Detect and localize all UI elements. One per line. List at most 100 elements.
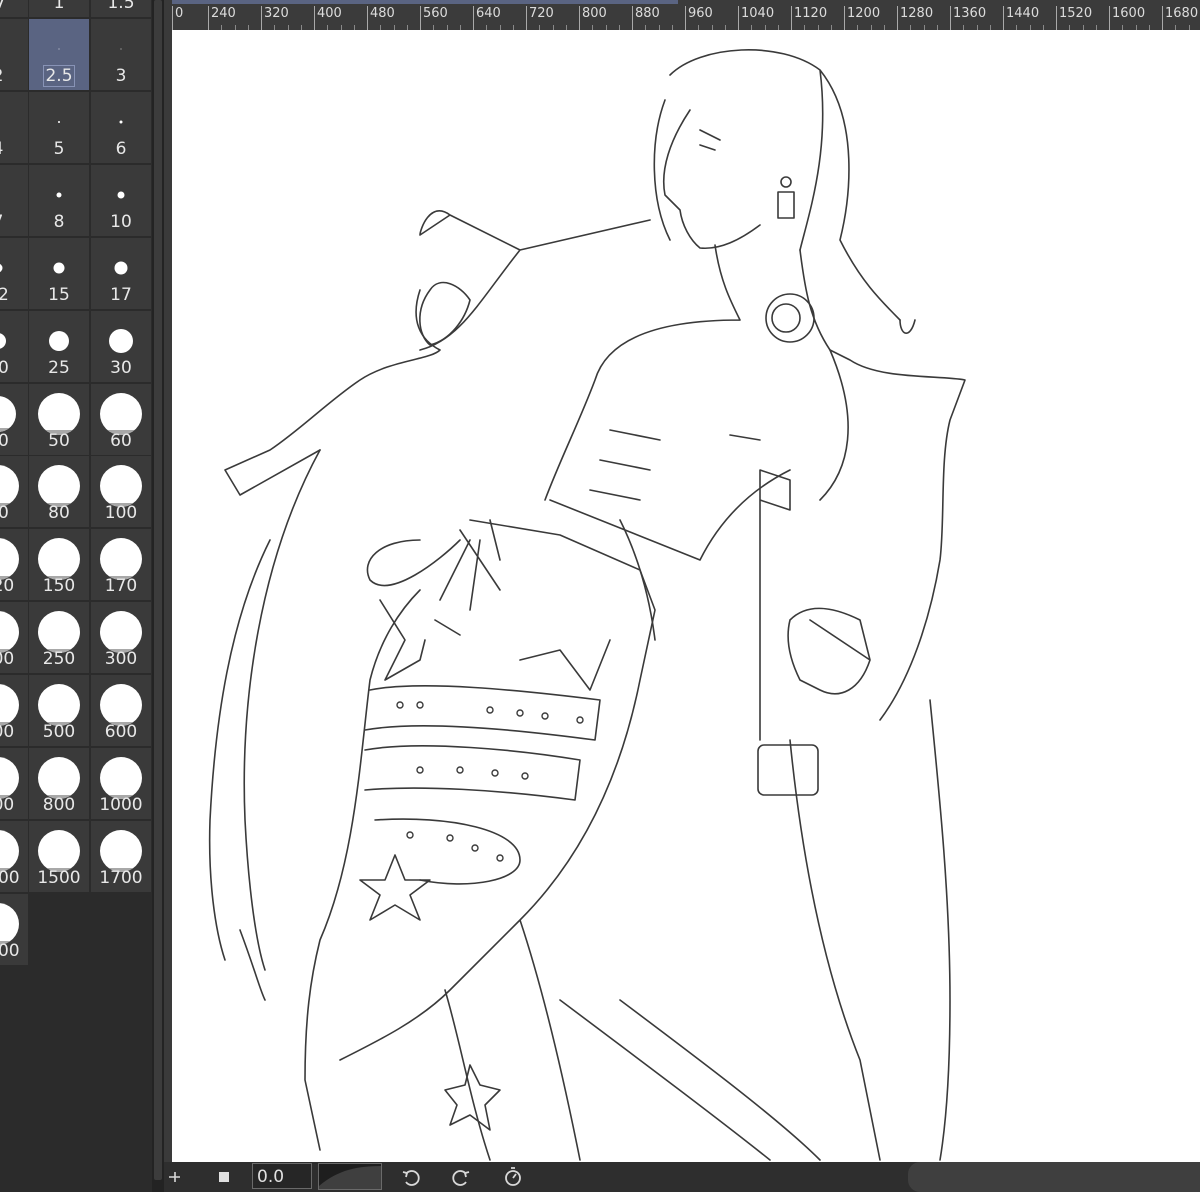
sketch-hand-right xyxy=(787,607,871,695)
brush-size-label: 600 xyxy=(104,722,138,743)
brush-size-1[interactable]: 1 xyxy=(29,0,91,20)
brush-size-150[interactable]: 150 xyxy=(29,529,91,603)
ruler-tick-1680: 1680 xyxy=(1162,6,1198,30)
brush-size-label: 25 xyxy=(48,357,70,378)
brush-size-25[interactable]: 25 xyxy=(29,310,91,384)
brush-size--7[interactable]: .7 xyxy=(0,0,30,20)
redo-icon[interactable] xyxy=(450,1162,472,1192)
sketch-pants xyxy=(304,519,656,1161)
brush-size-800[interactable]: 800 xyxy=(29,748,91,821)
plus-icon[interactable] xyxy=(166,1162,184,1192)
canvas-gutter xyxy=(164,0,172,1192)
brush-dot-icon xyxy=(109,328,133,353)
brush-size-80[interactable]: 80 xyxy=(29,456,91,530)
brush-size-label: 10 xyxy=(110,211,132,232)
brush-size-1200[interactable]: 1200 xyxy=(0,820,30,894)
sketch-pocket xyxy=(757,744,819,796)
brush-size-7[interactable]: 7 xyxy=(0,164,30,238)
brush-dot-icon xyxy=(58,48,60,50)
brush-size-label: 3 xyxy=(115,66,127,86)
brush-size-500[interactable]: 500 xyxy=(29,675,91,749)
brush-size-label: 5 xyxy=(53,138,65,159)
brush-size-1000[interactable]: 1000 xyxy=(91,748,152,821)
brush-size-6[interactable]: 6 xyxy=(91,91,152,165)
brush-size-label: 40 xyxy=(0,431,28,451)
brush-size-600[interactable]: 600 xyxy=(91,675,152,749)
brush-dot-icon xyxy=(0,829,19,872)
brush-size-1700[interactable]: 1700 xyxy=(91,820,152,894)
brush-size-label: 2 xyxy=(0,66,28,86)
ruler-tick-1440: 1440 xyxy=(1003,6,1039,30)
brush-size-20[interactable]: 20 xyxy=(0,310,30,384)
brush-dot-icon xyxy=(49,330,69,351)
brush-size-label: 1200 xyxy=(0,867,20,888)
brush-size-70[interactable]: 70 xyxy=(0,456,30,530)
brush-size-120[interactable]: 120 xyxy=(0,529,30,603)
brush-size-250[interactable]: 250 xyxy=(29,602,91,676)
brush-size-label: 50 xyxy=(48,430,70,451)
brush-size-1500[interactable]: 1500 xyxy=(29,820,91,894)
sketch-torso xyxy=(544,244,849,561)
brush-size-2000[interactable]: 2000 xyxy=(0,893,30,967)
horizontal-ruler: 0 240 320 400 480 560 640 720 800 880 960 1040 1120 1… xyxy=(172,0,1200,30)
brush-size-label: 2000 xyxy=(0,940,20,961)
brush-size-2[interactable]: 2 xyxy=(0,19,30,92)
brush-dot-icon xyxy=(100,538,142,581)
brush-size-label: 7 xyxy=(0,212,28,232)
brush-size-label: 120 xyxy=(0,576,15,597)
brush-size-40[interactable]: 40 xyxy=(0,383,30,457)
brush-dot-icon xyxy=(58,120,60,123)
sketch-coat-right xyxy=(759,319,966,1161)
brush-size-17[interactable]: 17 xyxy=(91,237,152,311)
brush-size-100[interactable]: 100 xyxy=(91,456,152,530)
panel-scrollbar[interactable] xyxy=(152,0,164,1192)
brush-size-5[interactable]: 5 xyxy=(29,91,91,165)
brush-size-label: 1.5 xyxy=(107,0,135,14)
brush-size-400[interactable]: 400 xyxy=(0,675,30,749)
panel-scrollbar-thumb[interactable] xyxy=(154,0,162,1180)
sketch-coat-left xyxy=(224,210,651,496)
brush-dot-icon xyxy=(0,757,19,799)
horizontal-scrollbar[interactable] xyxy=(908,1162,1200,1192)
brush-size-label: 1500 xyxy=(37,867,81,888)
brush-size-label: 100 xyxy=(104,503,138,524)
brush-size-50[interactable]: 50 xyxy=(29,383,91,457)
pressure-curve-preview[interactable] xyxy=(318,1163,382,1190)
ruler-tick-1040: 1040 xyxy=(738,6,774,30)
brush-size-300[interactable]: 300 xyxy=(91,602,152,676)
brush-size-label: 30 xyxy=(110,357,132,378)
stop-icon[interactable] xyxy=(214,1162,234,1192)
brush-size-label: 300 xyxy=(104,649,138,670)
brush-size-label: 150 xyxy=(42,576,76,597)
brush-size-700[interactable]: 700 xyxy=(0,748,30,821)
brush-size-1-5[interactable]: 1.5 xyxy=(91,0,152,20)
bottom-toolbar: 0.0 xyxy=(164,1162,1200,1192)
opacity-input[interactable]: 0.0 xyxy=(252,1163,312,1189)
brush-size-label: 250 xyxy=(42,649,76,670)
brush-size-3[interactable]: 3 xyxy=(91,19,152,92)
brush-size-label: 17 xyxy=(110,284,132,305)
brush-size-grid: .7 1 1.5 2 2.5 3 4 5 6 7 8 10 12 15 17 20 25 30 40 50 60 70 80… xyxy=(0,0,152,1192)
brush-size-2-5[interactable]: 2.5 xyxy=(29,19,91,92)
brush-dot-icon xyxy=(120,48,122,50)
ruler-tick-1600: 1600 xyxy=(1109,6,1145,30)
brush-size-200[interactable]: 200 xyxy=(0,602,30,676)
brush-size-label: 12 xyxy=(0,285,28,305)
drawing-canvas[interactable] xyxy=(172,30,1200,1162)
brush-size-label: 60 xyxy=(110,430,132,451)
brush-size-170[interactable]: 170 xyxy=(91,529,152,603)
brush-size-30[interactable]: 30 xyxy=(91,310,152,384)
brush-size-label: 1 xyxy=(53,0,65,14)
sketch-hand-left xyxy=(419,281,471,346)
brush-size-10[interactable]: 10 xyxy=(91,164,152,238)
timer-icon[interactable] xyxy=(502,1162,524,1192)
brush-dot-icon xyxy=(0,465,19,508)
brush-size-15[interactable]: 15 xyxy=(29,237,91,311)
brush-size-4[interactable]: 4 xyxy=(0,91,30,165)
brush-size-12[interactable]: 12 xyxy=(0,237,30,311)
sketch-pendant xyxy=(765,293,815,343)
brush-size-60[interactable]: 60 xyxy=(91,383,152,457)
brush-dot-icon xyxy=(38,611,80,654)
undo-icon[interactable] xyxy=(400,1162,422,1192)
brush-size-8[interactable]: 8 xyxy=(29,164,91,238)
